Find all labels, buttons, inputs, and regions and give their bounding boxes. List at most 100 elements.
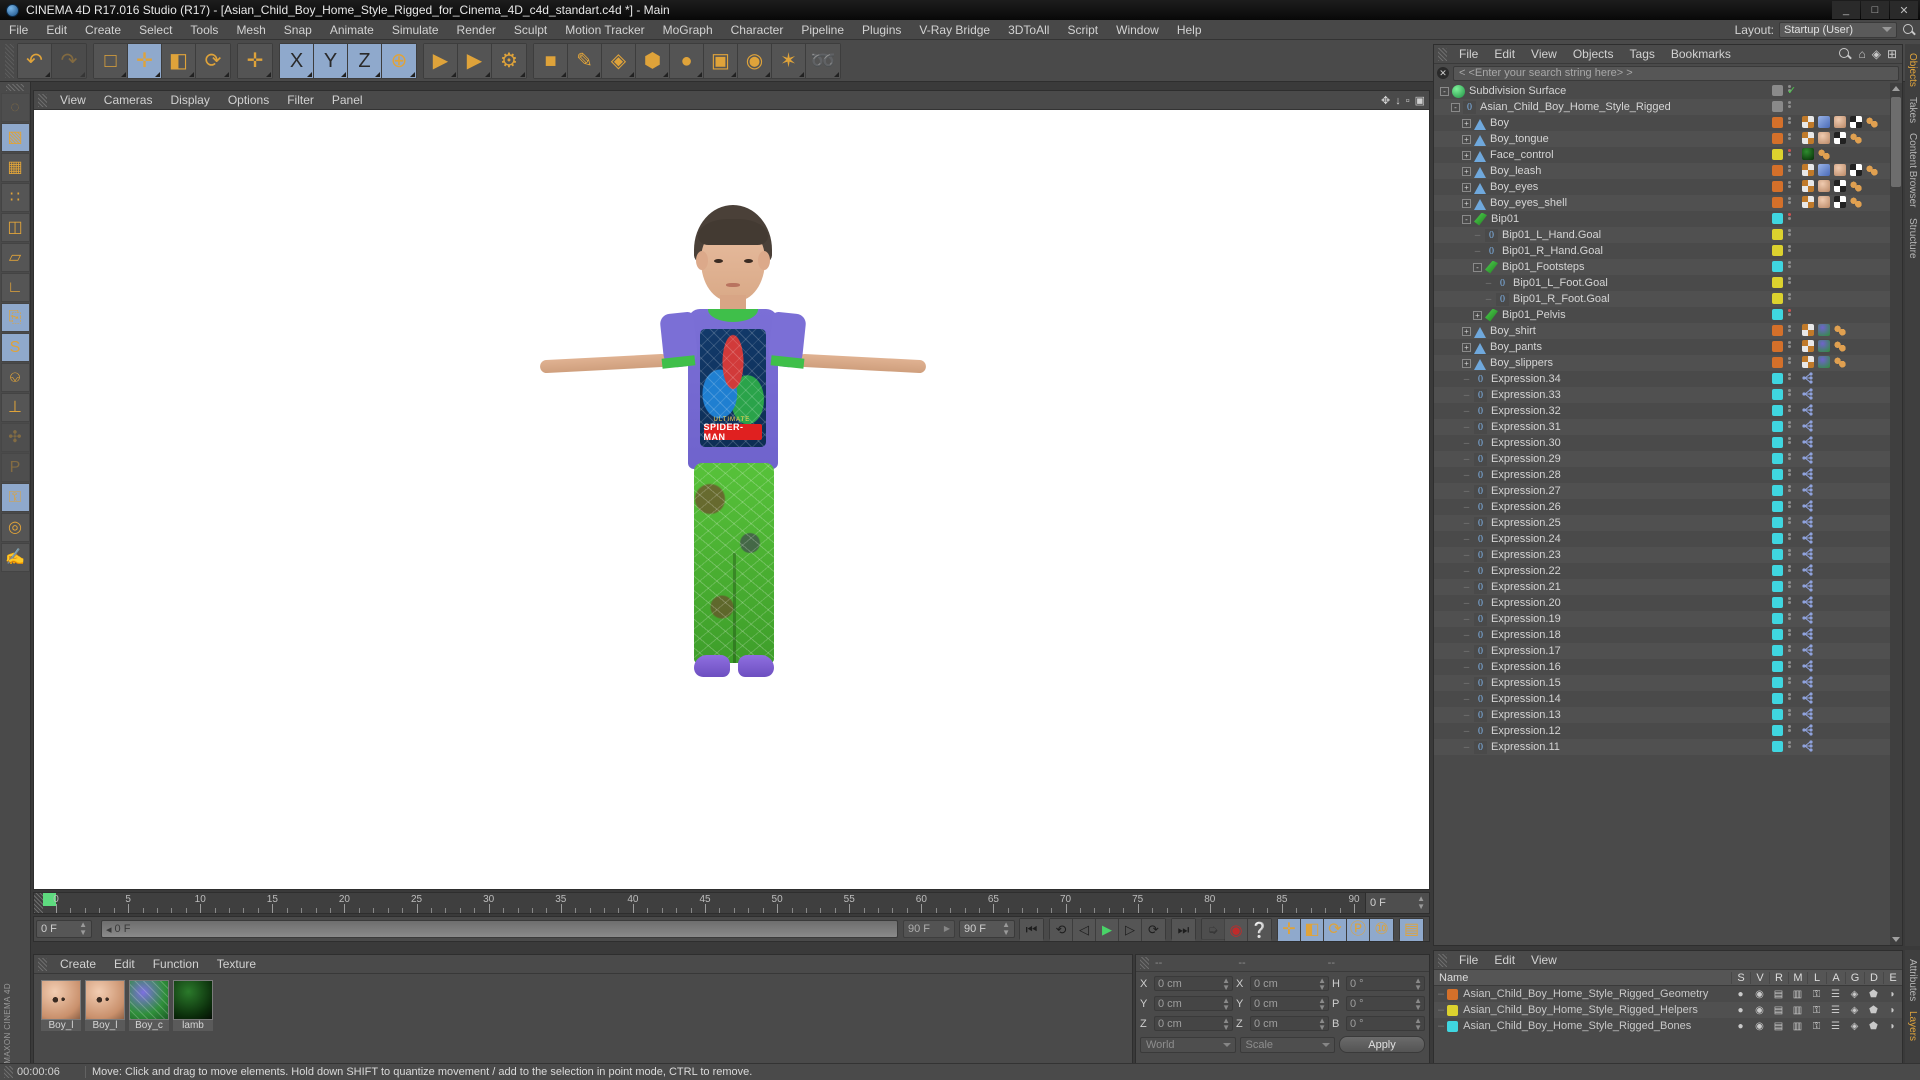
play-backwards-button[interactable]: ⟲ (1050, 919, 1073, 941)
object-row[interactable]: + Bip01_Pelvis (1434, 307, 1890, 323)
overflow-corner-icon[interactable] (520, 71, 525, 77)
tag-xpresso-icon[interactable] (1802, 532, 1814, 544)
clear-search-icon[interactable]: ✕ (1437, 67, 1449, 79)
position-y-input[interactable]: 0 cm ▲ ▼ (1154, 996, 1233, 1011)
object-row[interactable]: –0 Expression.32 (1434, 403, 1890, 419)
apply-button[interactable]: Apply (1339, 1036, 1425, 1053)
right-tab-structure[interactable]: Structure (1907, 213, 1918, 264)
object-color-chip[interactable] (1772, 453, 1783, 464)
layer-toggle-v[interactable]: ◉ (1750, 1005, 1769, 1016)
spinner-icon[interactable]: ▲ ▼ (1414, 996, 1422, 1011)
visibility-dots[interactable] (1788, 357, 1792, 368)
visibility-dots[interactable] (1788, 277, 1792, 288)
tag-checker2-icon[interactable] (1834, 196, 1846, 208)
move-axis-tool[interactable]: ✛ (238, 43, 272, 78)
environment-button[interactable]: ● (670, 43, 704, 78)
tree-expand-toggle[interactable]: + (1473, 310, 1482, 320)
visibility-dots[interactable] (1788, 661, 1792, 672)
tag-dots-icon[interactable] (1818, 148, 1830, 160)
menu-item-3dtoall[interactable]: 3DToAll (999, 20, 1058, 40)
object-color-chip[interactable] (1772, 325, 1783, 336)
record-keyframe-button[interactable]: ◉ (1225, 919, 1248, 941)
object-row[interactable]: –0 Expression.29 (1434, 451, 1890, 467)
model-mode-button[interactable]: ▧ (0, 123, 30, 152)
object-row[interactable]: –0 Expression.26 (1434, 499, 1890, 515)
object-row[interactable]: –0 Expression.27 (1434, 483, 1890, 499)
object-color-chip[interactable] (1772, 741, 1783, 752)
object-row[interactable]: + Boy (1434, 115, 1890, 131)
layer-toggle-e[interactable]: ◗ (1883, 1021, 1902, 1032)
tag-dots-icon[interactable] (1866, 164, 1878, 176)
object-color-chip[interactable] (1772, 213, 1783, 224)
object-row[interactable]: –0 Expression.14 (1434, 691, 1890, 707)
spinner-icon[interactable]: ▲ ▼ (1222, 976, 1230, 991)
layout-select[interactable]: Startup (User) (1779, 21, 1897, 38)
layer-toggle-s[interactable]: ● (1731, 989, 1750, 1000)
tree-expand-toggle[interactable]: - (1473, 262, 1482, 272)
object-row[interactable]: –0 Expression.34 (1434, 371, 1890, 387)
tag-xpresso-icon[interactable] (1802, 564, 1814, 576)
render-view-button[interactable]: ▶ (424, 43, 458, 78)
tree-expand-toggle[interactable]: + (1462, 118, 1471, 128)
tag-xpresso-icon[interactable] (1802, 500, 1814, 512)
visibility-dots[interactable] (1788, 133, 1792, 144)
layer-toggle-l[interactable]: ⚿ (1807, 1021, 1826, 1032)
tag-dots-icon[interactable] (1866, 116, 1878, 128)
tag-xpresso-icon[interactable] (1802, 692, 1814, 704)
lock-z-axis[interactable]: Z (348, 43, 382, 78)
play-loop-button[interactable]: ⟳ (1142, 919, 1165, 941)
object-color-chip[interactable] (1772, 357, 1783, 368)
render-region-button[interactable]: ▶ (458, 43, 492, 78)
visibility-dots[interactable] (1788, 549, 1792, 560)
autokeying-button[interactable]: ❔ (1248, 919, 1271, 941)
layer-menu-edit[interactable]: Edit (1486, 951, 1523, 970)
object-row[interactable]: –0 Expression.19 (1434, 611, 1890, 627)
object-color-chip[interactable] (1772, 581, 1783, 592)
visibility-dots[interactable] (1788, 693, 1792, 704)
visibility-dots[interactable] (1788, 309, 1792, 320)
eye-icon[interactable]: ◈ (1872, 47, 1881, 61)
object-color-chip[interactable] (1772, 261, 1783, 272)
left-toolbar-grip[interactable] (6, 84, 24, 91)
object-color-chip[interactable] (1772, 725, 1783, 736)
object-row[interactable]: –0 Expression.11 (1434, 739, 1890, 755)
scrollbar-thumb[interactable] (1891, 97, 1901, 187)
object-axis-button[interactable]: ∟ (0, 273, 30, 302)
object-row[interactable]: –0 Expression.23 (1434, 547, 1890, 563)
visibility-dots[interactable] (1788, 293, 1792, 304)
tree-expand-toggle[interactable]: + (1462, 326, 1471, 336)
visibility-dots[interactable] (1788, 629, 1792, 640)
rotate-tool[interactable]: ⟳ (196, 43, 230, 78)
object-row[interactable]: + Boy_leash (1434, 163, 1890, 179)
visibility-dots[interactable] (1788, 437, 1792, 448)
object-row[interactable]: –0 Expression.17 (1434, 643, 1890, 659)
material-preview-swatch[interactable] (129, 980, 169, 1020)
layer-toggle-m[interactable]: ▥ (1788, 989, 1807, 1000)
transform-mode-select[interactable]: Scale (1239, 1036, 1335, 1053)
viewport-menu-panel[interactable]: Panel (323, 91, 372, 110)
menu-item-motion-tracker[interactable]: Motion Tracker (556, 20, 653, 40)
menu-item-snap[interactable]: Snap (275, 20, 321, 40)
object-row[interactable]: + Face_control (1434, 147, 1890, 163)
tag-checker-icon[interactable] (1802, 196, 1814, 208)
object-row[interactable]: –0 Expression.33 (1434, 387, 1890, 403)
step-forward-button[interactable]: ▷ (1119, 919, 1142, 941)
object-color-chip[interactable] (1772, 181, 1783, 192)
object-row[interactable]: –0 Expression.20 (1434, 595, 1890, 611)
deformer-button[interactable]: ⬢ (636, 43, 670, 78)
layer-toggle-g[interactable]: ◈ (1845, 1005, 1864, 1016)
texture-mode-button[interactable]: ▦ (0, 153, 30, 182)
layer-toggle-d[interactable]: ⬟ (1864, 989, 1883, 1000)
object-color-chip[interactable] (1772, 229, 1783, 240)
visibility-dots[interactable] (1788, 245, 1792, 256)
spinner-icon[interactable]: ▲ ▼ (79, 921, 87, 937)
viewport-canvas[interactable]: ULTIMATE SPIDER-MAN (34, 110, 1429, 889)
tag-checker-icon[interactable] (1802, 356, 1814, 368)
current-frame-field[interactable]: 0 F ▲ ▼ (36, 920, 92, 938)
layer-toggle-l[interactable]: ⚿ (1807, 989, 1826, 1000)
tag-dots-icon[interactable] (1834, 340, 1846, 352)
visibility-dots[interactable] (1788, 517, 1792, 528)
layer-color-chip[interactable] (1447, 1004, 1459, 1016)
spinner-icon[interactable]: ▲ ▼ (1222, 996, 1230, 1011)
object-color-chip[interactable] (1772, 469, 1783, 480)
